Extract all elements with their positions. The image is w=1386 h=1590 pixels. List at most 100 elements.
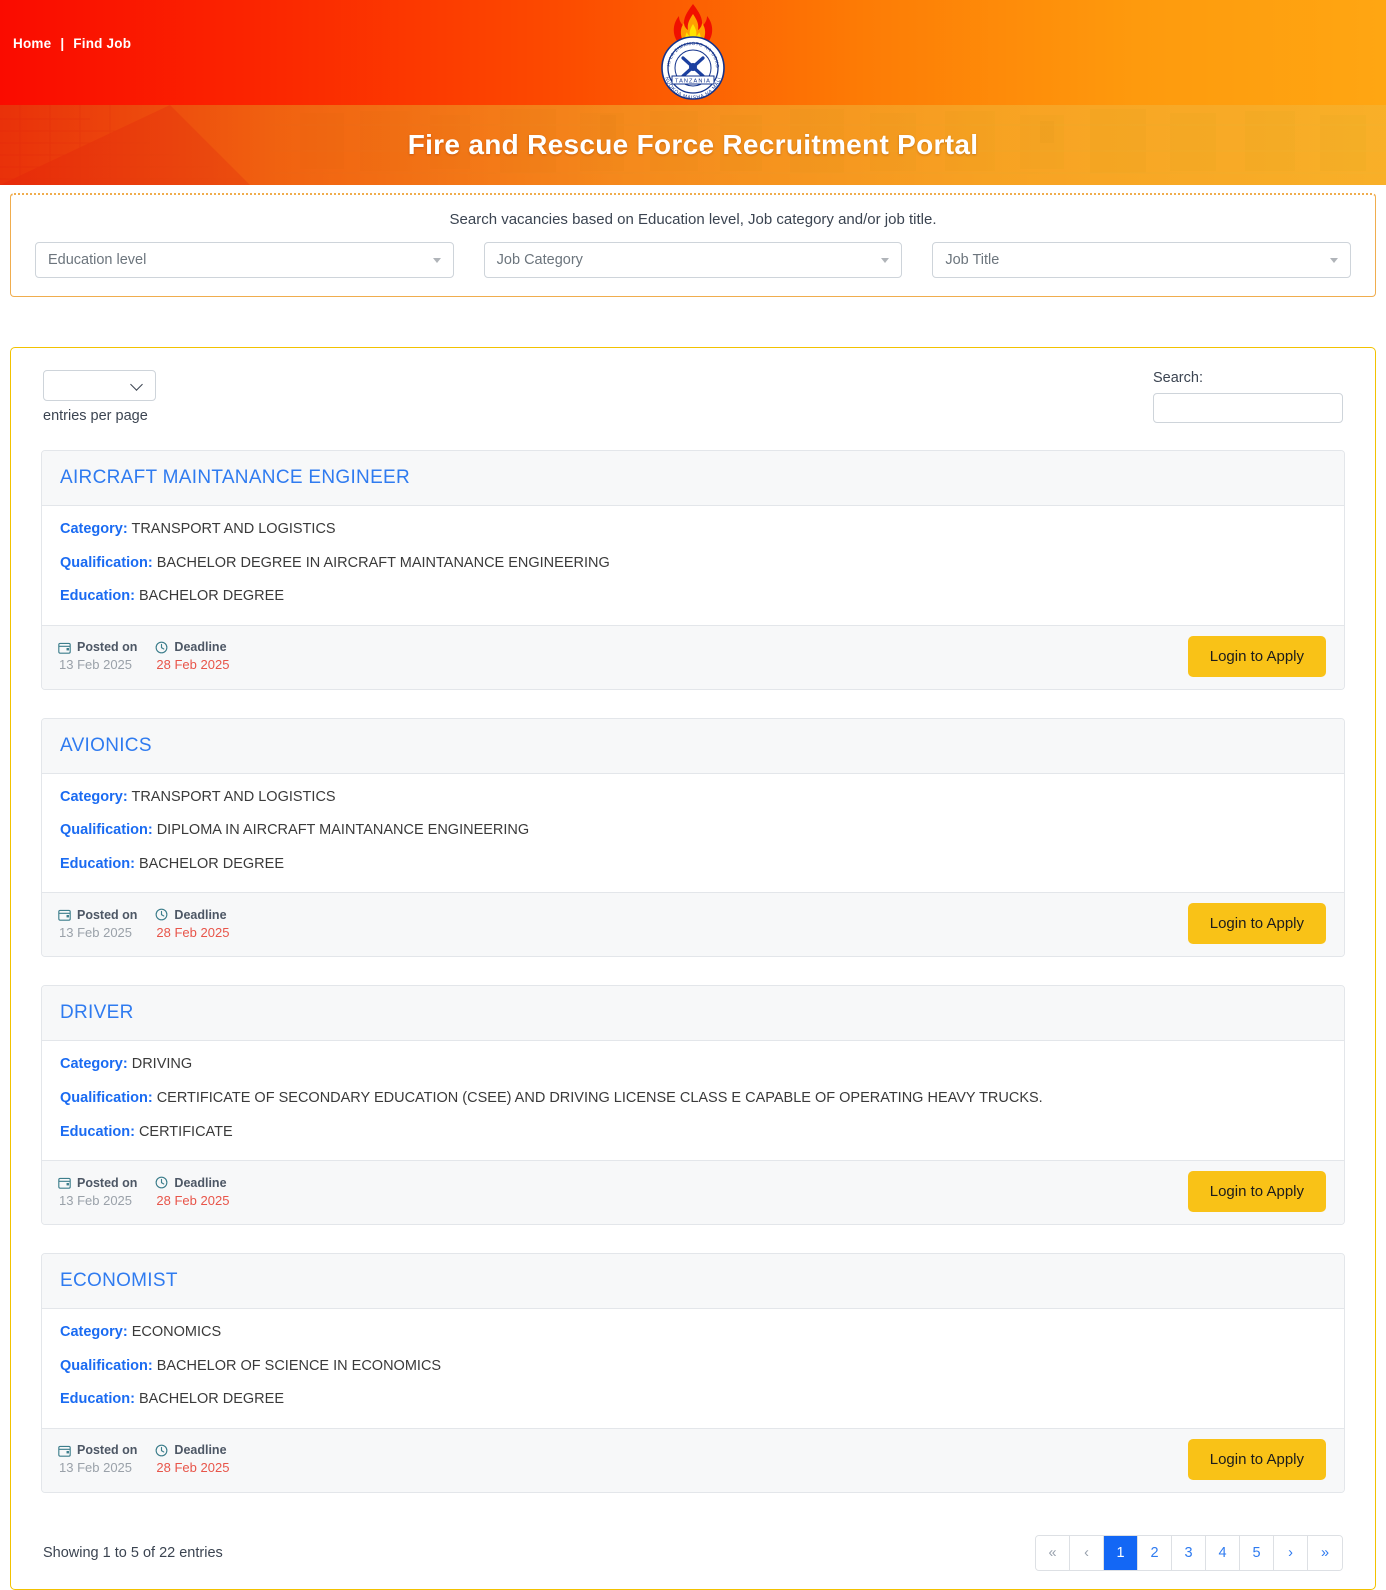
posted-on-group: Posted on 13 Feb 2025 bbox=[58, 908, 137, 940]
deadline-label: Deadline bbox=[174, 907, 227, 922]
qualification-label: Qualification: bbox=[60, 554, 153, 571]
entries-per-page-select[interactable] bbox=[43, 370, 156, 401]
job-title[interactable]: AVIONICS bbox=[60, 735, 152, 756]
deadline-heading: Deadline bbox=[155, 640, 229, 654]
job-category-value: DRIVING bbox=[131, 1056, 193, 1073]
job-card: AIRCRAFT MAINTANANCE ENGINEER Category: … bbox=[41, 450, 1345, 690]
posted-on-heading: Posted on bbox=[58, 1176, 137, 1190]
filters-row: Education level Job Category Job Title bbox=[35, 242, 1352, 278]
category-label: Category: bbox=[60, 1056, 128, 1073]
job-qualification-value: BACHELOR OF SCIENCE IN ECONOMICS bbox=[156, 1357, 442, 1374]
job-qualification-value: BACHELOR DEGREE IN AIRCRAFT MAINTANANCE … bbox=[156, 554, 610, 571]
job-card-header: AVIONICS bbox=[42, 718, 1344, 774]
deadline-group: Deadline 28 Feb 2025 bbox=[155, 908, 229, 940]
pagination-page-2[interactable]: 2 bbox=[1138, 1535, 1172, 1570]
posted-on-value: 13 Feb 2025 bbox=[59, 657, 133, 673]
calendar-icon bbox=[58, 1177, 71, 1189]
job-category-line: Category: TRANSPORT AND LOGISTICS bbox=[60, 520, 1326, 540]
chevron-down-icon bbox=[130, 378, 143, 391]
job-qualification-line: Qualification: BACHELOR OF SCIENCE IN EC… bbox=[60, 1357, 1326, 1377]
posted-on-label: Posted on bbox=[77, 907, 138, 922]
job-card-footer: Posted on 13 Feb 2025 Deadline 28 Feb 20… bbox=[42, 624, 1344, 689]
page-title: Fire and Rescue Force Recruitment Portal bbox=[407, 129, 979, 160]
job-card: AVIONICS Category: TRANSPORT AND LOGISTI… bbox=[41, 717, 1345, 958]
pagination-page-1[interactable]: 1 bbox=[1104, 1535, 1138, 1570]
qualification-label: Qualification: bbox=[60, 1089, 153, 1106]
job-title[interactable]: ECONOMIST bbox=[60, 1270, 178, 1291]
top-navigation-bar: Home | Find Job TANZANIA HI LA ZIMAMOTO … bbox=[0, 0, 1386, 105]
pagination-page-5[interactable]: 5 bbox=[1240, 1535, 1274, 1570]
job-card-body: Category: ECONOMICS Qualification: BACHE… bbox=[42, 1309, 1344, 1428]
education-label: Education: bbox=[60, 1391, 135, 1408]
pagination-first[interactable]: « bbox=[1036, 1535, 1070, 1570]
pagination-previous[interactable]: ‹ bbox=[1070, 1535, 1104, 1570]
job-title[interactable]: DRIVER bbox=[60, 1002, 134, 1023]
job-education-value: CERTIFICATE bbox=[138, 1123, 233, 1140]
job-education-value: BACHELOR DEGREE bbox=[138, 855, 284, 872]
clock-icon bbox=[155, 908, 168, 921]
nav-link-find-job[interactable]: Find Job bbox=[73, 36, 131, 51]
pagination-last[interactable]: » bbox=[1308, 1535, 1342, 1570]
education-label: Education: bbox=[60, 855, 135, 872]
pagination-next[interactable]: › bbox=[1274, 1535, 1308, 1570]
qualification-label: Qualification: bbox=[60, 822, 153, 839]
deadline-heading: Deadline bbox=[155, 1443, 229, 1457]
posted-on-label: Posted on bbox=[77, 1175, 138, 1190]
job-card-body: Category: DRIVING Qualification: CERTIFI… bbox=[42, 1041, 1344, 1160]
login-to-apply-button[interactable]: Login to Apply bbox=[1187, 1171, 1326, 1213]
job-cards-list: AIRCRAFT MAINTANANCE ENGINEER Category: … bbox=[33, 450, 1353, 1493]
education-level-select[interactable]: Education level bbox=[35, 242, 454, 278]
job-title[interactable]: AIRCRAFT MAINTANANCE ENGINEER bbox=[60, 467, 410, 488]
deadline-label: Deadline bbox=[174, 1175, 227, 1190]
page-banner: Fire and Rescue Force Recruitment Portal bbox=[0, 105, 1386, 185]
login-to-apply-button[interactable]: Login to Apply bbox=[1187, 903, 1326, 945]
job-card-body: Category: TRANSPORT AND LOGISTICS Qualif… bbox=[42, 506, 1344, 625]
clock-icon bbox=[155, 1176, 168, 1189]
nav-links: Home | Find Job bbox=[13, 36, 131, 51]
job-qualification-value: CERTIFICATE OF SECONDARY EDUCATION (CSEE… bbox=[156, 1089, 1043, 1106]
deadline-value: 28 Feb 2025 bbox=[156, 1460, 230, 1476]
deadline-value: 28 Feb 2025 bbox=[156, 657, 230, 673]
job-category-line: Category: ECONOMICS bbox=[60, 1323, 1326, 1343]
posted-on-group: Posted on 13 Feb 2025 bbox=[58, 1176, 137, 1208]
job-card-header: AIRCRAFT MAINTANANCE ENGINEER bbox=[42, 451, 1344, 506]
nav-link-home[interactable]: Home bbox=[13, 36, 51, 51]
job-category-value: TRANSPORT AND LOGISTICS bbox=[131, 521, 336, 537]
login-to-apply-button[interactable]: Login to Apply bbox=[1187, 1438, 1326, 1480]
job-education-line: Education: BACHELOR DEGREE bbox=[60, 1390, 1326, 1410]
posted-on-heading: Posted on bbox=[58, 640, 137, 654]
job-card: ECONOMIST Category: ECONOMICS Qualificat… bbox=[41, 1253, 1345, 1493]
nav-separator: | bbox=[60, 36, 65, 51]
table-search-input[interactable] bbox=[1153, 393, 1343, 423]
deadline-group: Deadline 28 Feb 2025 bbox=[155, 1176, 229, 1208]
showing-entries-info: Showing 1 to 5 of 22 entries bbox=[43, 1544, 223, 1561]
deadline-label: Deadline bbox=[174, 1443, 227, 1458]
pagination: « ‹ 1 2 3 4 5 › » bbox=[1035, 1534, 1343, 1571]
pagination-page-4[interactable]: 4 bbox=[1206, 1535, 1240, 1570]
category-label: Category: bbox=[60, 521, 128, 537]
deadline-label: Deadline bbox=[174, 640, 227, 655]
login-to-apply-button[interactable]: Login to Apply bbox=[1187, 635, 1326, 677]
deadline-heading: Deadline bbox=[155, 908, 229, 922]
job-dates: Posted on 13 Feb 2025 Deadline 28 Feb 20… bbox=[58, 908, 229, 940]
posted-on-group: Posted on 13 Feb 2025 bbox=[58, 640, 137, 672]
job-card: DRIVER Category: DRIVING Qualification: … bbox=[41, 985, 1345, 1226]
chevron-down-icon bbox=[1330, 258, 1339, 263]
education-label: Education: bbox=[60, 1123, 135, 1140]
job-education-value: BACHELOR DEGREE bbox=[138, 588, 284, 605]
job-card-body: Category: TRANSPORT AND LOGISTICS Qualif… bbox=[42, 774, 1344, 893]
job-title-select[interactable]: Job Title bbox=[932, 242, 1352, 278]
job-education-value: BACHELOR DEGREE bbox=[138, 1391, 284, 1408]
table-search-label: Search: bbox=[1153, 370, 1203, 386]
pagination-page-3[interactable]: 3 bbox=[1172, 1535, 1206, 1570]
job-card-header: DRIVER bbox=[42, 986, 1344, 1042]
posted-on-heading: Posted on bbox=[58, 1443, 137, 1457]
deadline-value: 28 Feb 2025 bbox=[156, 924, 230, 940]
posted-on-value: 13 Feb 2025 bbox=[59, 1192, 133, 1208]
job-card-header: ECONOMIST bbox=[42, 1254, 1344, 1310]
fire-rescue-force-logo: TANZANIA JESHI LA ZIMAMOTO NA UOKOAJI NU… bbox=[639, 0, 747, 105]
job-category-value: ECONOMICS bbox=[131, 1324, 222, 1341]
job-education-line: Education: BACHELOR DEGREE bbox=[60, 855, 1326, 875]
job-category-select[interactable]: Job Category bbox=[483, 242, 903, 278]
category-label: Category: bbox=[60, 1324, 128, 1341]
